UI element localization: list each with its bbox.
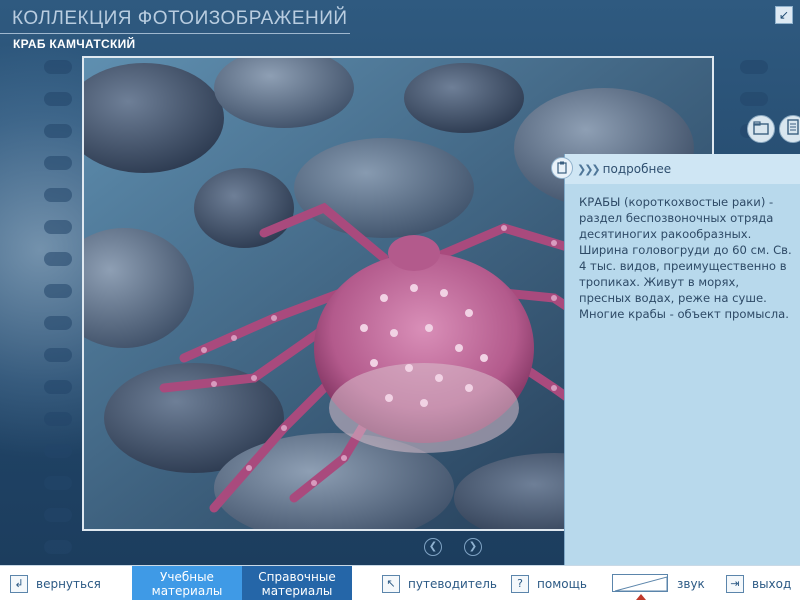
document-button[interactable] [779, 115, 800, 143]
sound-label: звук [677, 576, 705, 591]
cursor-icon: ↖ [382, 574, 400, 593]
collapse-arrow-icon: ↙ [778, 8, 790, 22]
next-photo-button[interactable]: ❯ [464, 538, 482, 556]
info-panel: ❯❯❯ подробнее КРАБЫ (короткохвостые раки… [564, 154, 800, 565]
volume-marker [636, 594, 646, 600]
folder-icon [753, 120, 769, 139]
question-icon: ? [511, 574, 529, 593]
guide-label: путеводитель [408, 576, 497, 591]
app-title: КОЛЛЕКЦИЯ ФОТОИЗОБРАЖЕНИЙ [12, 8, 348, 29]
exit-label: выход [752, 576, 792, 591]
footer-bar: ↲ вернуться Учебные материалы Справочные… [0, 565, 800, 600]
back-button[interactable]: ↲ вернуться [10, 566, 101, 600]
tab-reference-label: Справочные материалы [258, 569, 336, 598]
info-header[interactable]: ❯❯❯ подробнее [565, 154, 800, 184]
info-toggle[interactable] [551, 157, 573, 179]
prev-photo-button[interactable]: ❮ [424, 538, 442, 556]
chevron-right-icon: ❯ [468, 541, 478, 552]
clipboard-icon [557, 159, 567, 178]
exit-icon: ⇥ [726, 574, 744, 593]
info-description: КРАБЫ (короткохвостые раки) - раздел бес… [579, 195, 792, 321]
tab-study-label: Учебные материалы [151, 569, 223, 598]
chevron-left-icon: ❮ [428, 541, 438, 552]
help-button[interactable]: ? помощь [511, 566, 587, 600]
tab-reference-materials[interactable]: Справочные материалы [242, 566, 352, 600]
volume-slider[interactable] [612, 574, 668, 592]
film-strip-left [44, 60, 72, 565]
document-icon [787, 119, 799, 139]
triple-chevron-icon: ❯❯❯ [577, 162, 601, 176]
page-title: КРАБ КАМЧАТСКИЙ [13, 37, 136, 51]
sound-label-wrap: звук [677, 566, 705, 600]
return-arrow-icon: ↲ [10, 574, 28, 593]
exit-button[interactable]: ⇥ выход [726, 566, 791, 600]
help-label: помощь [537, 576, 587, 591]
collapse-button[interactable]: ↙ [775, 6, 793, 24]
tab-study-materials[interactable]: Учебные материалы [132, 566, 242, 600]
guide-button[interactable]: ↖ путеводитель [382, 566, 497, 600]
info-header-label: подробнее [602, 162, 672, 176]
back-label: вернуться [36, 576, 101, 591]
folder-button[interactable] [747, 115, 775, 143]
title-divider [0, 33, 350, 34]
